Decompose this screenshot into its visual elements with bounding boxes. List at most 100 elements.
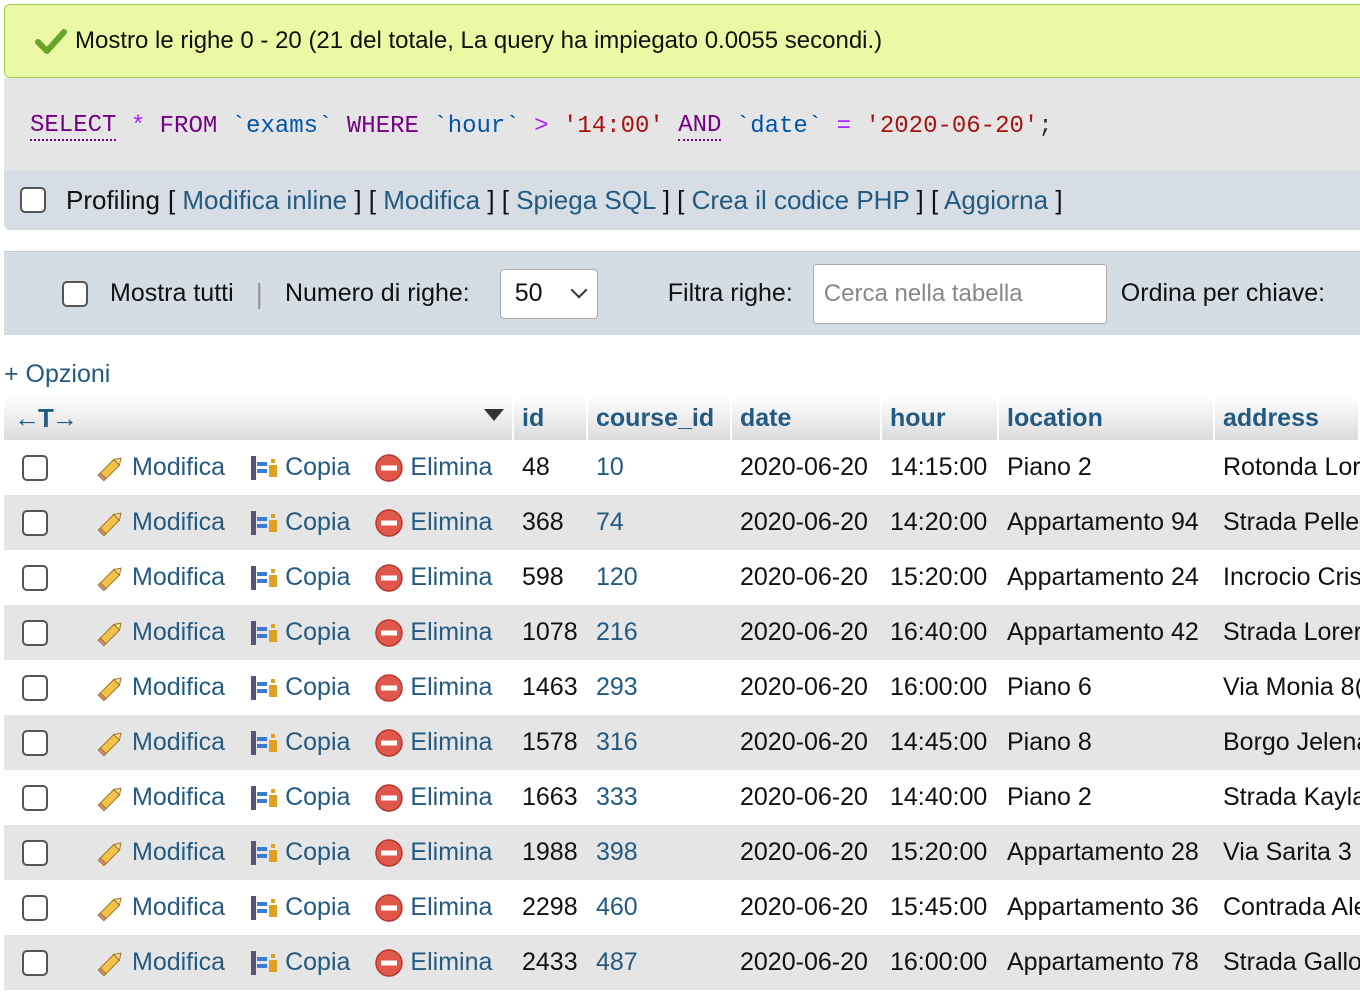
row-checkbox[interactable] — [22, 784, 48, 811]
copy-label: Copia — [285, 893, 351, 921]
cell-course-id: 293 — [588, 660, 732, 715]
rows-label: Numero di righe: — [284, 279, 470, 307]
column-header-date[interactable]: date — [732, 396, 882, 440]
copy-row-button[interactable]: Copia — [247, 783, 350, 813]
edit-row-button[interactable]: Modifica — [96, 673, 225, 703]
options-link[interactable]: + Opzioni — [4, 360, 110, 389]
cell-date: 2020-06-20 — [732, 440, 882, 495]
delete-row-button[interactable]: Elimina — [374, 563, 492, 593]
sql-token: `date` — [735, 112, 823, 140]
edit-row-button[interactable]: Modifica — [96, 838, 225, 868]
edit-row-button[interactable]: Modifica — [96, 618, 225, 648]
column-header-hour[interactable]: hour — [882, 396, 999, 440]
copy-row-button[interactable]: Copia — [247, 453, 350, 483]
course-id-link[interactable]: 460 — [596, 893, 638, 921]
course-id-link[interactable]: 10 — [596, 453, 624, 481]
delete-row-button[interactable]: Elimina — [374, 783, 492, 813]
cell-course-id: 487 — [588, 935, 732, 990]
sql-token[interactable]: AND — [678, 112, 722, 141]
delete-row-button[interactable]: Elimina — [374, 948, 492, 978]
profiling-checkbox[interactable] — [20, 187, 46, 213]
copy-row-button[interactable]: Copia — [247, 948, 350, 978]
delete-row-button[interactable]: Elimina — [374, 453, 492, 483]
course-id-link[interactable]: 216 — [596, 618, 638, 646]
cell-address: Strada Kayla — [1215, 770, 1360, 825]
edit-inline-link[interactable]: Modifica inline — [182, 185, 347, 215]
row-checkbox[interactable] — [22, 729, 48, 756]
course-id-link[interactable]: 487 — [596, 948, 638, 976]
filter-rows-input[interactable] — [812, 263, 1107, 324]
delete-row-button[interactable]: Elimina — [374, 618, 492, 648]
refresh-link[interactable]: Aggiorna — [944, 185, 1048, 215]
delete-row-button[interactable]: Elimina — [374, 838, 492, 868]
sort-by-key-label: Ordina per chiave: — [1120, 279, 1326, 307]
row-actions: Modifica Copia Elimina — [4, 935, 514, 990]
copy-row-button[interactable]: Copia — [247, 673, 350, 703]
copy-row-button[interactable]: Copia — [247, 838, 350, 868]
copy-row-button[interactable]: Copia — [247, 893, 350, 923]
edit-label: Modifica — [132, 893, 226, 921]
copy-row-button[interactable]: Copia — [247, 508, 350, 538]
delete-label: Elimina — [410, 563, 493, 591]
sort-menu-icon[interactable] — [484, 408, 504, 421]
course-id-link[interactable]: 120 — [596, 563, 638, 591]
copy-row-button[interactable]: Copia — [247, 563, 350, 593]
edit-row-button[interactable]: Modifica — [96, 948, 225, 978]
course-id-link[interactable]: 74 — [596, 508, 624, 536]
cell-course-id: 74 — [588, 495, 732, 550]
delete-label: Elimina — [410, 453, 493, 481]
column-header-address[interactable]: address — [1215, 396, 1360, 440]
row-checkbox[interactable] — [22, 894, 48, 921]
rows-select[interactable]: 50 — [499, 268, 598, 319]
checkmark-icon — [35, 29, 67, 54]
cell-address: Via Monia 8( — [1215, 660, 1360, 715]
row-checkbox[interactable] — [22, 949, 48, 976]
delete-row-button[interactable]: Elimina — [374, 508, 492, 538]
copy-icon — [251, 455, 278, 480]
edit-row-button[interactable]: Modifica — [96, 728, 225, 758]
pencil-icon — [97, 951, 122, 976]
table-row: Modifica Copia Elimina 1078 216 2020-06-20 16:… — [4, 605, 1360, 660]
row-checkbox[interactable] — [22, 839, 48, 866]
filter-label: Filtra righe: — [667, 279, 793, 307]
table-row: Modifica Copia Elimina 598 120 2020-06-20 15:2… — [4, 550, 1360, 605]
table-row: Modifica Copia Elimina 1578 316 2020-06-20 14:… — [4, 715, 1360, 770]
course-id-link[interactable]: 293 — [596, 673, 638, 701]
course-id-link[interactable]: 398 — [596, 838, 638, 866]
sql-token: '14:00' — [562, 112, 664, 140]
column-header-location[interactable]: location — [999, 396, 1215, 440]
delete-row-button[interactable]: Elimina — [374, 728, 492, 758]
delete-row-button[interactable]: Elimina — [374, 673, 492, 703]
row-checkbox[interactable] — [22, 509, 48, 536]
edit-row-button[interactable]: Modifica — [96, 453, 225, 483]
show-all-checkbox[interactable] — [62, 280, 88, 307]
edit-link[interactable]: Modifica — [383, 185, 480, 215]
sql-query-box: SELECT * FROM `exams` WHERE `hour` > '14… — [4, 78, 1360, 230]
delete-icon — [375, 783, 404, 812]
column-resize-arrows-icon[interactable]: ←T→ — [14, 403, 78, 433]
table-row: Modifica Copia Elimina 2298 460 2020-06-20 15:… — [4, 880, 1360, 935]
row-checkbox[interactable] — [22, 674, 48, 701]
row-checkbox[interactable] — [22, 454, 48, 481]
explain-sql-link[interactable]: Spiega SQL — [516, 185, 655, 215]
edit-row-button[interactable]: Modifica — [96, 563, 225, 593]
column-header-course-id[interactable]: course_id — [588, 396, 732, 440]
edit-row-button[interactable]: Modifica — [96, 893, 225, 923]
column-header-id[interactable]: id — [514, 396, 588, 440]
row-checkbox[interactable] — [22, 564, 48, 591]
cell-location: Appartamento 24 — [999, 550, 1215, 605]
row-checkbox[interactable] — [22, 619, 48, 646]
course-id-link[interactable]: 333 — [596, 783, 638, 811]
copy-row-button[interactable]: Copia — [247, 618, 350, 648]
create-php-link[interactable]: Crea il codice PHP — [692, 185, 910, 215]
sql-token[interactable]: SELECT — [30, 112, 117, 141]
edit-row-button[interactable]: Modifica — [96, 508, 225, 538]
delete-icon — [375, 893, 404, 922]
cell-date: 2020-06-20 — [732, 495, 882, 550]
copy-row-button[interactable]: Copia — [247, 728, 350, 758]
edit-row-button[interactable]: Modifica — [96, 783, 225, 813]
delete-row-button[interactable]: Elimina — [374, 893, 492, 923]
course-id-link[interactable]: 316 — [596, 728, 638, 756]
